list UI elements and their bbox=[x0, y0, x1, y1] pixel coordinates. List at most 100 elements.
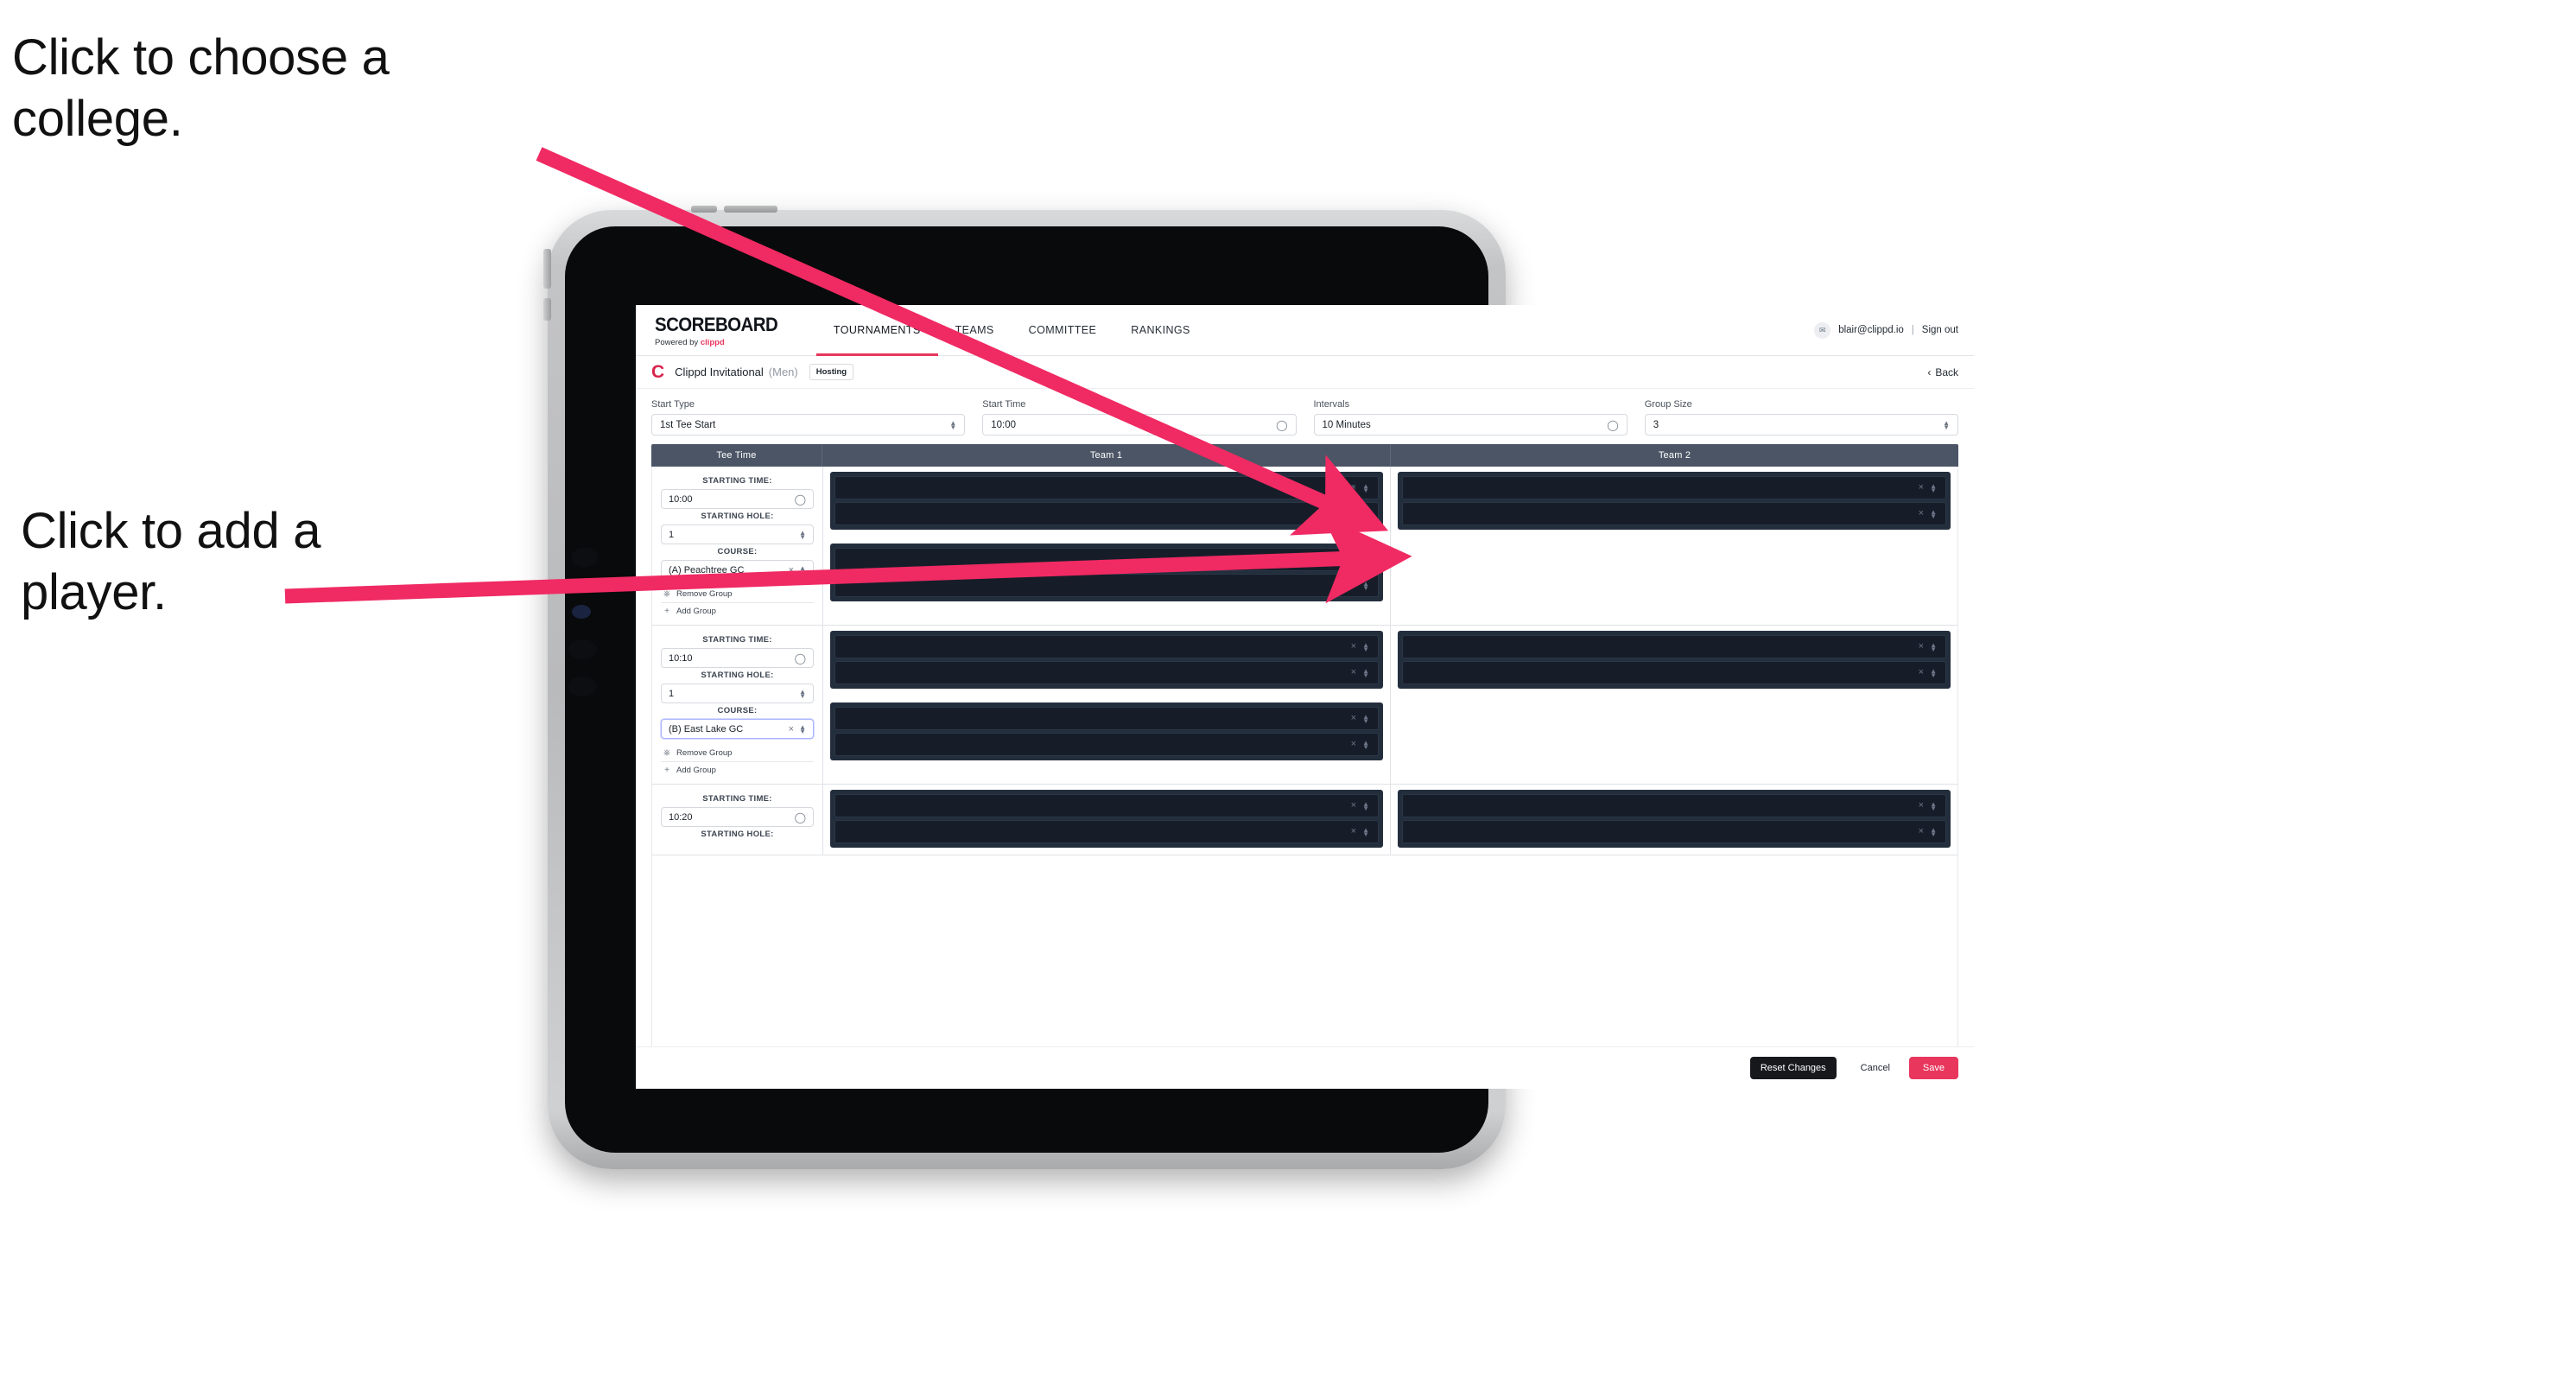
column-header-team-1: Team 1 bbox=[822, 444, 1391, 467]
clear-icon[interactable]: × bbox=[1919, 801, 1924, 811]
scoreboard-web-app: SCOREBOARD Powered by clippd TOURNAMENTS… bbox=[636, 305, 1974, 1089]
team-1-cell: × ▲ ▼ × ▲ ▼ bbox=[823, 785, 1391, 855]
clear-icon[interactable]: × bbox=[1351, 740, 1356, 749]
nav-tab-teams[interactable]: TEAMS bbox=[938, 305, 1012, 355]
group-size-select[interactable]: 3 ▲ ▼ bbox=[1644, 414, 1958, 436]
chevron-updown-icon: ▲ ▼ bbox=[1362, 640, 1369, 653]
player-group: × ▲ ▼ × ▲ ▼ bbox=[830, 631, 1383, 689]
hosting-badge: Hosting bbox=[809, 364, 854, 380]
player-select-slot[interactable]: × ▲ ▼ bbox=[1402, 794, 1946, 817]
player-select-slot[interactable]: × ▲ ▼ bbox=[834, 661, 1379, 684]
cancel-button[interactable]: Cancel bbox=[1847, 1057, 1904, 1079]
player-select-slot[interactable]: × ▲ ▼ bbox=[834, 476, 1379, 499]
player-name-value bbox=[1412, 662, 1919, 683]
player-select-slot[interactable]: × ▲ ▼ bbox=[1402, 661, 1946, 684]
clear-icon[interactable]: × bbox=[1919, 483, 1924, 493]
tablet-volume-down-button[interactable] bbox=[543, 298, 551, 321]
clear-icon[interactable]: × bbox=[1351, 483, 1356, 493]
nav-tab-rankings[interactable]: RANKINGS bbox=[1114, 305, 1208, 355]
player-select-slot[interactable]: × ▲ ▼ bbox=[834, 707, 1379, 730]
starting-hole-select[interactable]: 1 ▲ ▼ bbox=[661, 683, 814, 703]
chevron-updown-icon: ▲ ▼ bbox=[1362, 481, 1369, 494]
sign-out-link[interactable]: Sign out bbox=[1922, 325, 1958, 335]
player-select-slot[interactable]: × ▲ ▼ bbox=[834, 733, 1379, 756]
nav-tab-committee[interactable]: COMMITTEE bbox=[1012, 305, 1114, 355]
brand-logo[interactable]: SCOREBOARD Powered by clippd bbox=[655, 305, 816, 355]
remove-group-label: Remove Group bbox=[676, 589, 733, 599]
starting-time-input[interactable]: 10:10 ◯ bbox=[661, 648, 814, 668]
starting-time-input[interactable]: 10:00 ◯ bbox=[661, 489, 814, 509]
chevron-updown-icon: ▲ ▼ bbox=[799, 722, 806, 735]
clear-icon[interactable]: × bbox=[1351, 509, 1356, 518]
course-select[interactable]: (B) East Lake GC × ▲ ▼ bbox=[661, 719, 814, 739]
add-group-button[interactable]: + Add Group bbox=[661, 762, 814, 779]
tee-sheet-header-row: Tee Time Team 1 Team 2 bbox=[651, 444, 1958, 467]
player-select-slot[interactable]: × ▲ ▼ bbox=[1402, 476, 1946, 499]
player-select-slot[interactable]: × ▲ ▼ bbox=[834, 820, 1379, 843]
tee-sheet-table: Tee Time Team 1 Team 2 STARTING TIME: 10:… bbox=[636, 444, 1974, 1046]
remove-group-label: Remove Group bbox=[676, 748, 733, 758]
column-header-team-2: Team 2 bbox=[1658, 450, 1691, 461]
intervals-input[interactable]: 10 Minutes ◯ bbox=[1313, 414, 1627, 436]
player-select-slot[interactable]: × ▲ ▼ bbox=[834, 635, 1379, 658]
chevron-updown-icon: ▲ ▼ bbox=[1362, 825, 1369, 838]
clear-icon[interactable]: × bbox=[1919, 509, 1924, 518]
player-select-slot[interactable]: × ▲ ▼ bbox=[834, 574, 1379, 597]
player-select-slot[interactable]: × ▲ ▼ bbox=[1402, 820, 1946, 843]
clear-icon[interactable]: × bbox=[1919, 642, 1924, 652]
tee-time-cell: STARTING TIME: 10:00 ◯ STARTING HOLE: 1 ▲ ▼ COU… bbox=[652, 467, 823, 625]
camera-icon bbox=[571, 548, 598, 567]
back-button[interactable]: ‹ Back bbox=[1927, 366, 1958, 378]
remove-group-button[interactable]: ⎈ Remove Group bbox=[661, 745, 814, 762]
player-select-slot[interactable]: × ▲ ▼ bbox=[1402, 502, 1946, 525]
clear-icon[interactable]: × bbox=[1919, 668, 1924, 677]
starting-hole-label: STARTING HOLE: bbox=[701, 512, 774, 521]
tablet-volume-up-button[interactable] bbox=[543, 249, 551, 289]
brand-tagline: Powered by clippd bbox=[655, 338, 787, 347]
clear-icon[interactable]: × bbox=[1351, 642, 1356, 652]
starting-hole-select[interactable]: 1 ▲ ▼ bbox=[661, 525, 814, 544]
clippd-c-logo-icon: C bbox=[651, 362, 665, 382]
avatar[interactable]: ✉ bbox=[1814, 321, 1831, 339]
back-label: Back bbox=[1935, 366, 1958, 378]
tablet-power-button[interactable] bbox=[691, 206, 717, 213]
player-name-value bbox=[844, 503, 1351, 525]
start-time-label: Start Time bbox=[982, 399, 1026, 410]
remove-group-button[interactable]: ⎈ Remove Group bbox=[661, 586, 814, 603]
player-name-value bbox=[844, 575, 1351, 596]
clear-icon[interactable]: × bbox=[1351, 801, 1356, 811]
player-select-slot[interactable]: × ▲ ▼ bbox=[834, 794, 1379, 817]
tee-sheet-settings-row: Start Type 1st Tee Start ▲ ▼ Start Time 1… bbox=[636, 389, 1974, 444]
clear-icon[interactable]: × bbox=[1351, 581, 1356, 590]
player-select-slot[interactable]: × ▲ ▼ bbox=[834, 502, 1379, 525]
chevron-updown-icon: ▲ ▼ bbox=[1362, 579, 1369, 592]
chevron-updown-icon: ▲ ▼ bbox=[949, 418, 957, 431]
clear-icon[interactable]: × bbox=[1351, 714, 1356, 723]
starting-hole-label: STARTING HOLE: bbox=[701, 830, 774, 839]
clear-icon[interactable]: × bbox=[1351, 555, 1356, 564]
start-type-label: Start Type bbox=[651, 399, 695, 410]
start-type-select[interactable]: 1st Tee Start ▲ ▼ bbox=[651, 414, 966, 436]
team-2-cell: × ▲ ▼ × ▲ ▼ bbox=[1391, 785, 1957, 855]
clear-icon[interactable]: × bbox=[789, 565, 794, 575]
chevron-updown-icon: ▲ ▼ bbox=[799, 528, 806, 541]
clear-icon[interactable]: × bbox=[789, 724, 794, 734]
tablet-top-button[interactable] bbox=[724, 206, 777, 213]
add-group-button[interactable]: + Add Group bbox=[661, 603, 814, 620]
top-navigation-bar: SCOREBOARD Powered by clippd TOURNAMENTS… bbox=[636, 305, 1974, 356]
clear-icon[interactable]: × bbox=[1351, 827, 1356, 836]
nav-tab-tournaments[interactable]: TOURNAMENTS bbox=[815, 305, 938, 356]
team-1-cell: × ▲ ▼ × ▲ ▼ × ▲ ▼ × ▲ ▼ bbox=[823, 626, 1391, 784]
player-select-slot[interactable]: × ▲ ▼ bbox=[834, 548, 1379, 571]
player-select-slot[interactable]: × ▲ ▼ bbox=[1402, 635, 1946, 658]
save-button[interactable]: Save bbox=[1908, 1057, 1958, 1079]
course-select[interactable]: (A) Peachtree GC × ▲ ▼ bbox=[661, 560, 814, 580]
starting-time-input[interactable]: 10:20 ◯ bbox=[661, 807, 814, 827]
start-time-input[interactable]: 10:00 ◯ bbox=[982, 414, 1297, 436]
reset-changes-button[interactable]: Reset Changes bbox=[1749, 1057, 1837, 1079]
player-name-value bbox=[1412, 795, 1919, 817]
team-2-cell: × ▲ ▼ × ▲ ▼ bbox=[1391, 626, 1957, 784]
player-group: × ▲ ▼ × ▲ ▼ bbox=[1398, 472, 1951, 530]
clear-icon[interactable]: × bbox=[1919, 827, 1924, 836]
clear-icon[interactable]: × bbox=[1351, 668, 1356, 677]
